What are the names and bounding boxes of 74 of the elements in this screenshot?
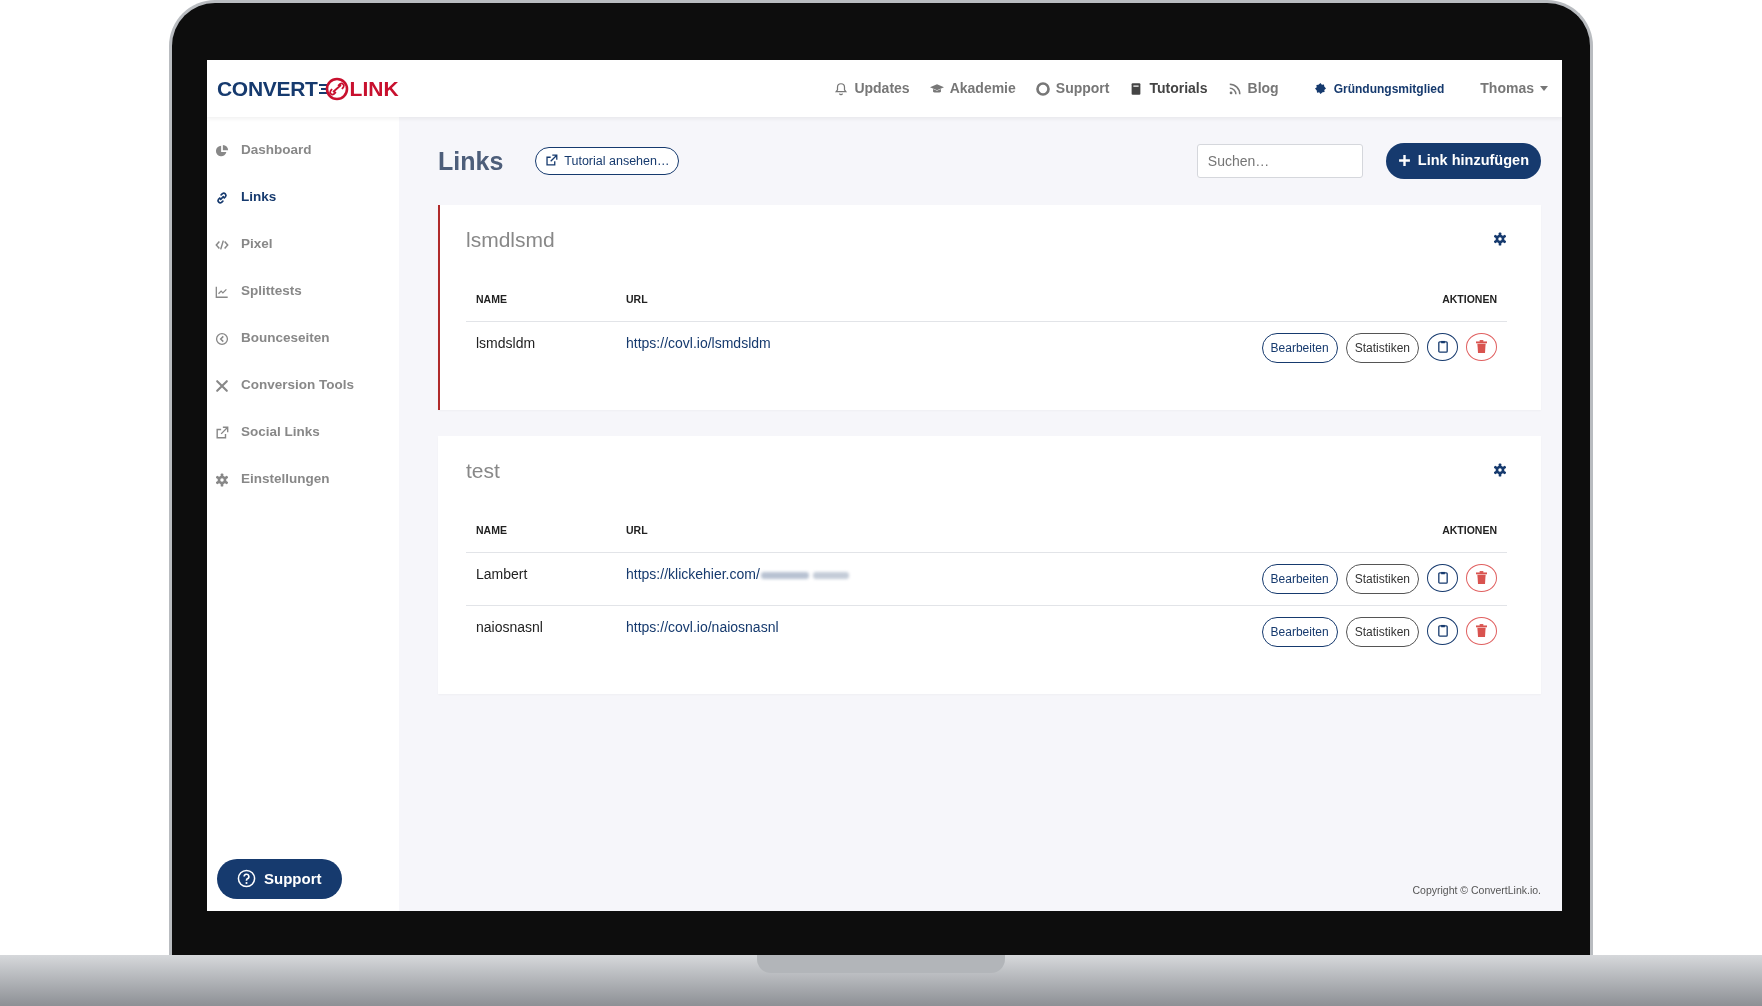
delete-button[interactable] (1466, 563, 1497, 592)
delete-button[interactable] (1466, 616, 1497, 645)
column-header: NAME (476, 292, 507, 305)
trash-icon (1476, 340, 1487, 354)
nav-link[interactable]: Blog (1227, 78, 1279, 99)
caret-icon (1540, 86, 1548, 91)
sidebar-item[interactable]: Splittests (215, 268, 399, 315)
help-icon (237, 869, 256, 889)
url-link[interactable]: https://klickehier.com/ (626, 564, 760, 586)
url-link[interactable]: https://covl.io/naiosnasnl (626, 617, 779, 639)
edit-button[interactable]: Bearbeiten (1261, 563, 1338, 594)
page-title: Links (438, 145, 504, 176)
link-icon (215, 190, 229, 205)
group-title: lsmdlsmd (466, 226, 555, 252)
trash-icon (1476, 571, 1487, 585)
column-header: AKTIONEN (1442, 523, 1497, 536)
copyright-text: Copyright © ConvertLink.io. (1412, 884, 1541, 897)
rss-icon (1227, 81, 1242, 96)
plus-icon (1397, 154, 1411, 168)
graduation-cap-icon (929, 81, 944, 96)
membership-label: Gründungsmitglied (1333, 80, 1445, 98)
gear-icon[interactable] (1493, 232, 1507, 247)
tools-icon (215, 378, 229, 393)
sidebar-item[interactable]: Links (215, 174, 399, 221)
edit-button[interactable]: Bearbeiten (1261, 332, 1338, 363)
line-chart-icon (215, 284, 229, 299)
sidebar-item[interactable]: Einstellungen (215, 456, 399, 503)
statistics-button[interactable]: Statistiken (1345, 616, 1419, 647)
sidebar-item[interactable]: Social Links (215, 409, 399, 456)
link-name: lsmdsldm (476, 335, 536, 352)
gear-icon (215, 472, 229, 487)
column-header: AKTIONEN (1442, 292, 1497, 305)
clipboard-icon (1436, 571, 1449, 585)
add-link-button[interactable]: Link hinzufügen (1385, 143, 1541, 179)
logo-text: CONVERT (217, 75, 318, 102)
badge-icon (1314, 83, 1326, 94)
tutorial-button[interactable]: Tutorial ansehen… (535, 146, 680, 176)
arrow-circle-icon (215, 331, 229, 346)
edit-button[interactable]: Bearbeiten (1261, 616, 1338, 647)
column-header: URL (626, 523, 648, 536)
link-name: naiosnasnl (476, 619, 543, 636)
gear-icon[interactable] (1493, 463, 1507, 478)
sidebar-item[interactable]: Dashboard (215, 127, 399, 174)
external-link-icon (545, 154, 559, 168)
clipboard-icon (1436, 340, 1449, 354)
support-button[interactable]: Support (217, 858, 342, 899)
search-field[interactable]: Suchen… (1196, 143, 1363, 178)
column-header: NAME (476, 523, 507, 536)
external-link-icon (215, 425, 229, 440)
copy-button[interactable] (1427, 563, 1458, 592)
copy-button[interactable] (1427, 616, 1458, 645)
sidebar-item[interactable]: Pixel (215, 221, 399, 268)
group-title: test (466, 457, 500, 483)
statistics-button[interactable]: Statistiken (1345, 563, 1419, 594)
bell-icon (834, 81, 849, 96)
sidebar-item[interactable]: Bounceseiten (215, 315, 399, 362)
column-header: URL (626, 292, 648, 305)
url-link[interactable]: https://covl.io/lsmdsldm (626, 333, 771, 355)
trash-icon (1476, 624, 1487, 638)
logo-icon (317, 76, 350, 101)
lifebuoy-icon (1035, 81, 1050, 96)
pie-chart-icon (215, 143, 229, 158)
delete-button[interactable] (1466, 332, 1497, 361)
nav-link[interactable]: Support (1035, 78, 1110, 99)
copy-button[interactable] (1427, 332, 1458, 361)
nav-link[interactable]: Akademie (929, 78, 1016, 99)
nav-link[interactable]: Updates (834, 78, 910, 99)
nav-link[interactable]: Tutorials (1129, 78, 1208, 99)
user-menu[interactable]: Thomas (1480, 78, 1548, 99)
clipboard-icon (1436, 624, 1449, 638)
sidebar-item[interactable]: Conversion Tools (215, 362, 399, 409)
statistics-button[interactable]: Statistiken (1345, 332, 1419, 363)
link-name: Lambert (476, 566, 528, 583)
logo-text: LINK (349, 75, 399, 102)
